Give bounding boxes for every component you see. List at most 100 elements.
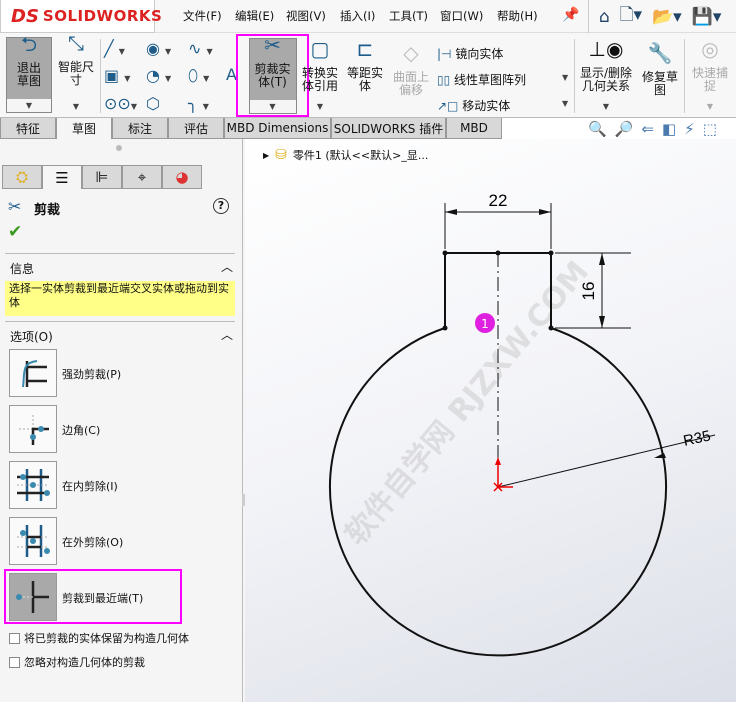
snap-icon: ◎	[701, 37, 719, 61]
home-icon[interactable]: ⌂	[599, 7, 610, 27]
ignore-construction-checkbox[interactable]: 忽略对构造几何体的剪裁	[9, 654, 145, 670]
exit-sketch-icon: ⮌	[20, 32, 38, 56]
convert-entities-button[interactable]: ▢ 转换实体引用 ▼	[300, 37, 340, 113]
tab-mbd[interactable]: MBD	[446, 118, 502, 139]
divider	[100, 39, 101, 113]
trim-entities-button[interactable]: ✂ 剪裁实体(T) ▼	[248, 35, 297, 114]
chevron-down-icon[interactable]: ▼	[603, 100, 609, 113]
surface-offset-button[interactable]: ◇ 曲面上偏移	[390, 41, 432, 97]
chevron-down-icon[interactable]: ▼	[562, 99, 568, 108]
display-relations-button[interactable]: ⊥◉ 显示/删除几何关系 ▼	[578, 37, 634, 113]
spline-icon[interactable]: ∿ ▼	[188, 39, 230, 58]
configuration-manager-tab[interactable]: ⊫	[82, 165, 122, 189]
relations-eye-icon: ⊥◉	[588, 37, 624, 61]
tab-sketch[interactable]: 草图	[56, 118, 112, 139]
corner-icon	[19, 415, 49, 445]
feature-manager-tab[interactable]: ⛭	[2, 165, 42, 189]
cube-icon: ▢	[310, 37, 330, 61]
dimension-22[interactable]: 22	[489, 191, 508, 210]
collapse-icon[interactable]: ︿	[221, 258, 233, 275]
chevron-down-icon[interactable]: ▼	[7, 99, 51, 112]
divider	[5, 253, 235, 254]
option-label: 剪裁到最近端(T)	[62, 592, 144, 605]
save-icon[interactable]: 💾▾	[692, 7, 722, 27]
trim-away-outside-button[interactable]	[9, 517, 57, 565]
previous-view-icon[interactable]: ⇐	[641, 120, 654, 138]
surface-offset-icon: ◇	[403, 41, 419, 65]
offset-entities-button[interactable]: ⊏ 等距实体	[343, 39, 387, 93]
display-manager-tab[interactable]: ◕	[162, 165, 202, 189]
panel-title: 剪裁	[34, 203, 61, 218]
repair-sketch-button[interactable]: 🔧 修复草图	[638, 43, 682, 97]
tab-markup[interactable]: 标注	[112, 118, 168, 139]
option-label: 在外剪除(O)	[62, 536, 124, 549]
move-entities-button[interactable]: ↗□ 移动实体	[437, 93, 526, 119]
panel-splitter-handle[interactable]	[116, 145, 122, 151]
menu-view[interactable]: 视图(V)	[286, 8, 326, 24]
options-section-header[interactable]: 选项(O)	[10, 328, 53, 345]
keep-trimmed-as-construction-checkbox[interactable]: 将已剪裁的实体保留为构造几何体	[9, 630, 189, 646]
checkbox[interactable]	[9, 632, 20, 644]
property-manager: ⛭ ☰ ⊫ ⌖ ◕ ✂ 剪裁 ? ✔ 信息 ︿ 选择一实体剪裁到最近端交叉实体或…	[0, 139, 243, 702]
graphics-area[interactable]: ▶ ⛁ 零件1 (默认<<默认>_显... 软件自学网 RJZXW.COM 22…	[245, 139, 736, 702]
zoom-to-area-icon[interactable]: 🔎	[615, 120, 634, 138]
chevron-down-icon[interactable]: ▼	[249, 100, 296, 113]
view-orientation-icon[interactable]: ⬚	[703, 120, 717, 138]
label: 快速捕捉	[692, 66, 729, 93]
menu-edit[interactable]: 编辑(E)	[235, 8, 274, 24]
arc-icon[interactable]: ◔ ▼	[146, 66, 188, 86]
sketch[interactable]: 22 16 R35 1	[245, 139, 736, 702]
quick-snaps-button[interactable]: ◎ 快速捕捉 ▼	[688, 37, 732, 113]
fillet-icon[interactable]: ╮ ▼	[188, 94, 230, 113]
exit-sketch-button[interactable]: ⮌ 退出草图 ▼	[6, 32, 52, 113]
dimension-r35[interactable]: R35	[682, 427, 712, 449]
trim-inside-icon	[17, 469, 50, 501]
tab-solidworks-addins[interactable]: SOLIDWORKS 插件	[331, 118, 446, 139]
trim-away-inside-button[interactable]	[9, 461, 57, 509]
menu-help[interactable]: 帮助(H)	[497, 8, 538, 24]
tab-mbd-dimensions[interactable]: MBD Dimensions	[224, 118, 331, 139]
ok-checkmark-button[interactable]: ✔	[8, 222, 22, 242]
dimension-16[interactable]: 16	[579, 282, 598, 301]
checkbox[interactable]	[9, 656, 20, 668]
chevron-down-icon[interactable]: ▼	[562, 73, 568, 82]
line-icon[interactable]: ╱ ▼	[104, 39, 146, 58]
collapse-icon[interactable]: ︿	[221, 326, 233, 343]
polygon-icon[interactable]: ⬡	[146, 94, 188, 113]
move-icon: ↗□	[437, 99, 459, 113]
rectangle-icon[interactable]: ▣ ▼	[104, 66, 146, 86]
menu-window[interactable]: 窗口(W)	[440, 8, 483, 24]
divider	[684, 39, 685, 113]
solidworks-logo[interactable]: DS SOLIDWORKS	[0, 0, 162, 33]
property-manager-tab[interactable]: ☰	[42, 165, 82, 189]
power-trim-button[interactable]	[9, 349, 57, 397]
divider	[574, 39, 575, 113]
chevron-down-icon[interactable]: ▼	[317, 100, 323, 113]
slot-icon[interactable]: ⊙⊙▼	[104, 94, 146, 113]
circle-icon[interactable]: ◉ ▼	[146, 39, 188, 58]
menu-insert[interactable]: 插入(I)	[340, 8, 375, 24]
new-document-icon[interactable]: 🗋▾	[620, 2, 642, 31]
dynamic-annotation-icon[interactable]: ⚡	[684, 120, 695, 138]
open-icon[interactable]: 📂▾	[652, 7, 682, 27]
section-view-icon[interactable]: ◧	[662, 120, 676, 138]
dimxpert-manager-tab[interactable]: ⌖	[122, 165, 162, 189]
linear-pattern-button[interactable]: ▯▯ 线性草图阵列	[437, 67, 526, 93]
ellipse-icon[interactable]: ⬯ ▼	[188, 66, 230, 86]
label: 剪裁实体(T)	[254, 62, 291, 89]
help-icon[interactable]: ?	[213, 198, 229, 214]
smart-dimension-button[interactable]: ⤡ 智能尺寸 ▼	[54, 33, 98, 113]
zoom-to-fit-icon[interactable]: 🔍	[588, 120, 607, 138]
label: 移动实体	[462, 99, 511, 113]
chevron-down-icon[interactable]: ▼	[73, 100, 79, 113]
trim-to-closest-button[interactable]	[9, 573, 57, 621]
menu-tools[interactable]: 工具(T)	[389, 8, 428, 24]
pin-icon[interactable]: 📌	[562, 7, 579, 23]
tab-features[interactable]: 特征	[0, 118, 56, 139]
chevron-down-icon[interactable]: ▼	[707, 100, 713, 113]
info-section-header[interactable]: 信息	[10, 260, 34, 277]
tab-evaluate[interactable]: 评估	[168, 118, 224, 139]
corner-trim-button[interactable]	[9, 405, 57, 453]
menu-file[interactable]: 文件(F)	[183, 8, 222, 24]
mirror-entities-button[interactable]: |⊣ 镜向实体	[437, 41, 526, 67]
